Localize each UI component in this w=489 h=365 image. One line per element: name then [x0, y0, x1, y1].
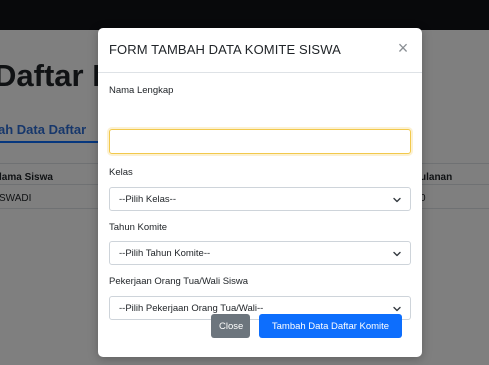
kelas-selected-value: --Pilih Kelas--: [119, 194, 177, 205]
pekerjaan-selected-value: --Pilih Pekerjaan Orang Tua/Wali--: [119, 303, 264, 314]
add-komite-modal: FORM TAMBAH DATA KOMITE SISWA × Nama Len…: [98, 28, 422, 357]
modal-title: FORM TAMBAH DATA KOMITE SISWA: [109, 42, 341, 57]
tahun-label: Tahun Komite: [109, 222, 168, 233]
tahun-selected-value: --Pilih Tahun Komite--: [119, 248, 211, 259]
chevron-down-icon: [393, 306, 401, 312]
kelas-select[interactable]: --Pilih Kelas--: [109, 187, 411, 211]
close-button[interactable]: Close: [211, 314, 250, 338]
kelas-label: Kelas: [109, 167, 133, 178]
nama-lengkap-input[interactable]: [109, 129, 411, 154]
pekerjaan-label: Pekerjaan Orang Tua/Wali Siswa: [109, 276, 249, 287]
chevron-down-icon: [393, 251, 401, 257]
chevron-down-icon: [393, 197, 401, 203]
tahun-komite-select[interactable]: --Pilih Tahun Komite--: [109, 241, 411, 265]
nama-label: Nama Lengkap: [109, 85, 174, 96]
modal-header: FORM TAMBAH DATA KOMITE SISWA ×: [98, 28, 422, 73]
tambah-data-button[interactable]: Tambah Data Daftar Komite: [259, 314, 402, 338]
close-icon[interactable]: ×: [393, 38, 413, 58]
